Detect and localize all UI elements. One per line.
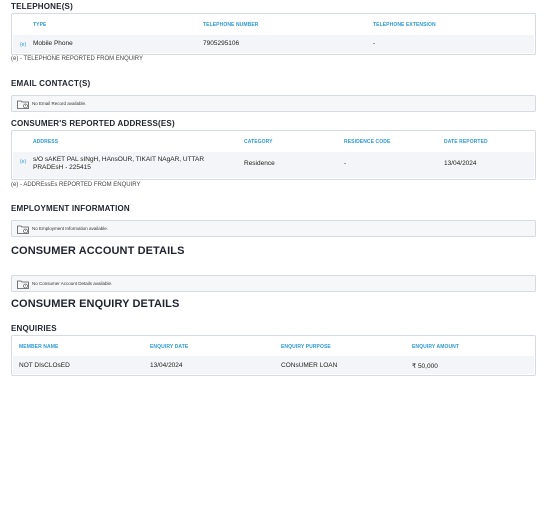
accounts-empty-box: No Consumer Account Details available. (11, 275, 536, 292)
addresses-header-address: ADDRESS (33, 139, 59, 145)
addresses-note: (e) - ADDREssEs REPORTED FROM ENQUIRY (11, 182, 141, 188)
telephone-extension: - (373, 40, 376, 47)
telephones-header-type: TYPE (33, 22, 47, 28)
address-date-reported: 13/04/2024 (444, 160, 477, 167)
telephones-note: (e) - TELEPHONE REPORTED FROM ENQUIRY (11, 56, 144, 62)
folder-icon (17, 280, 29, 289)
address-line2: PRADEsH - 225415 (33, 164, 91, 171)
enquiry-marker: (e) (20, 159, 27, 165)
enquiries-header-date: ENQUIRY DATE (150, 344, 189, 350)
telephones-header-number: TELEPHONE NUMBER (203, 22, 259, 28)
table-row: NOT DIsCLOsED 13/04/2024 CONsUMER LOAN ₹… (13, 356, 534, 374)
email-empty-box: No Email Record available. (11, 95, 536, 112)
employment-empty-box: No Employment Information available. (11, 220, 536, 237)
address-residence-code: - (344, 160, 347, 167)
report-page: TELEPHONE(S) TYPE TELEPHONE NUMBER TELEP… (0, 0, 550, 518)
enquiry-purpose: CONsUMER LOAN (281, 362, 338, 369)
enquiries-header-member: MEMBER NAME (19, 344, 59, 350)
accounts-empty-text: No Consumer Account Details available. (32, 281, 113, 286)
employment-empty-text: No Employment Information available. (32, 226, 109, 231)
enquiries-table: MEMBER NAME ENQUIRY DATE ENQUIRY PURPOSE… (11, 335, 536, 376)
email-empty-text: No Email Record available. (32, 101, 87, 106)
telephones-header-extension: TELEPHONE EXTENSION (373, 22, 436, 28)
folder-icon (17, 225, 29, 234)
table-row: (e) s/O sAKET PAL sINgH, HAnsOUR, TIKAIT… (13, 152, 534, 178)
enquiry-date: 13/04/2024 (150, 362, 183, 369)
enquiry-details-title: CONSUMER ENQUIRY DETAILS (11, 298, 180, 310)
accounts-title: CONSUMER ACCOUNT DETAILS (11, 245, 185, 257)
addresses-header-residence-code: RESIDENCE CODE (344, 139, 391, 145)
telephones-title: TELEPHONE(S) (11, 2, 73, 11)
enquiry-amount: ₹ 50,000 (412, 363, 438, 370)
addresses-table: ADDRESS CATEGORY RESIDENCE CODE DATE REP… (11, 130, 536, 180)
telephone-type: Mobile Phone (33, 40, 73, 47)
folder-icon (17, 100, 29, 109)
enquiries-header-amount: ENQUIRY AMOUNT (412, 344, 460, 350)
table-row: (e) Mobile Phone 7905295106 - (13, 35, 534, 53)
address-category: Residence (244, 160, 275, 167)
enquiries-header-purpose: ENQUIRY PURPOSE (281, 344, 331, 350)
telephones-table: TYPE TELEPHONE NUMBER TELEPHONE EXTENSIO… (11, 13, 536, 55)
addresses-title: CONSUMER'S REPORTED ADDRESS(ES) (11, 119, 175, 128)
enquiries-title: ENQUIRIES (11, 324, 57, 333)
enquiry-member: NOT DIsCLOsED (19, 362, 70, 369)
address-line1: s/O sAKET PAL sINgH, HAnsOUR, TIKAIT NAg… (33, 156, 205, 163)
addresses-header-category: CATEGORY (244, 139, 273, 145)
addresses-header-date-reported: DATE REPORTED (444, 139, 488, 145)
email-title: EMAIL CONTACT(S) (11, 79, 91, 88)
enquiry-marker: (e) (20, 42, 27, 48)
telephone-number: 7905295106 (203, 40, 240, 47)
employment-title: EMPLOYMENT INFORMATION (11, 204, 130, 213)
